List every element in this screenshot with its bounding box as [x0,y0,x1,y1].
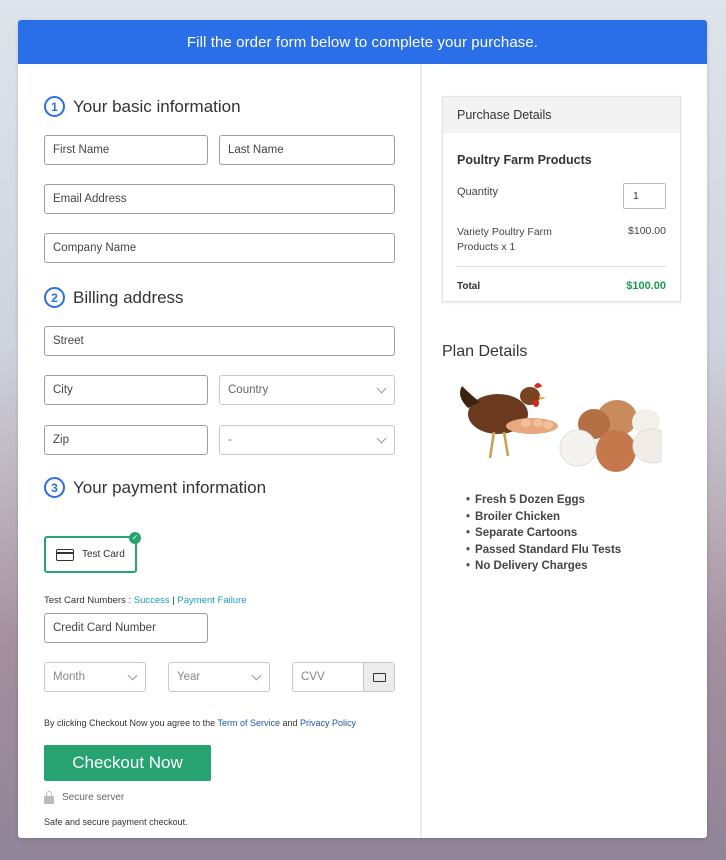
zip-field[interactable]: Zip [44,425,208,455]
payment-failure-link[interactable]: Payment Failure [177,595,246,606]
cvv-placeholder: CVV [301,671,325,683]
test-card-label: Test Card [82,549,125,560]
test-card-numbers: Test Card Numbers : Success | Payment Fa… [44,595,247,606]
list-item: No Delivery Charges [466,558,621,575]
product-name: Poultry Farm Products [457,153,592,167]
check-icon: ✓ [129,532,141,544]
section-title: Your basic information [73,96,241,116]
chevron-down-icon [127,670,138,681]
agreement-and: and [279,718,300,728]
year-select-value: Year [177,671,201,683]
secure-label: Secure server [62,792,125,803]
success-link[interactable]: Success [134,595,170,606]
section-payment: 3 Your payment information [44,477,266,498]
email-field[interactable]: Email Address [44,184,395,214]
step-number: 3 [44,477,65,498]
cvv-card-icon [363,663,394,691]
company-field[interactable]: Company Name [44,233,395,263]
agreement-prefix: By clicking Checkout Now you agree to th… [44,718,218,728]
quantity-label: Quantity [457,186,498,198]
cvv-field[interactable]: CVV [292,662,395,692]
secure-note: Safe and secure payment checkout. [44,817,188,827]
divider [457,266,666,267]
last-name-field[interactable]: Last Name [219,135,395,165]
purchase-details-header: Purchase Details [443,97,680,133]
list-item: Separate Cartoons [466,525,621,542]
checkout-button[interactable]: Checkout Now [44,745,211,781]
chevron-down-icon [251,670,262,681]
step-number: 2 [44,287,65,308]
credit-card-icon [372,672,386,682]
country-select-value: Country [228,384,269,396]
test-numbers-prefix: Test Card Numbers : [44,595,134,606]
agreement-text: By clicking Checkout Now you agree to th… [44,718,356,728]
lock-icon [44,790,54,804]
city-field[interactable]: City [44,375,208,405]
chevron-down-icon [376,383,387,394]
purchase-details-box: Purchase Details Poultry Farm Products Q… [442,96,681,302]
month-select[interactable]: Month [44,662,146,692]
total-label: Total [457,281,481,292]
item-price: $100.00 [628,225,666,237]
secure-server: Secure server [44,790,125,804]
first-name-field[interactable]: First Name [44,135,208,165]
list-item: Broiler Chicken [466,509,621,526]
year-select[interactable]: Year [168,662,270,692]
header-banner: Fill the order form below to complete yo… [18,20,707,64]
item-name: Variety Poultry Farm Products x 1 [457,226,552,253]
plan-details-title: Plan Details [442,343,528,360]
month-select-value: Month [53,671,85,683]
section-basic-info: 1 Your basic information [44,96,241,117]
plan-features-list: Fresh 5 Dozen Eggs Broiler Chicken Separ… [466,492,621,575]
poultry-image [460,383,662,472]
total-value: $100.00 [626,280,666,292]
country-select[interactable]: Country [219,375,395,405]
quantity-input[interactable]: 1 [623,183,666,209]
section-title: Billing address [73,287,184,307]
section-billing: 2 Billing address [44,287,184,308]
list-item: Fresh 5 Dozen Eggs [466,492,621,509]
terms-link[interactable]: Term of Service [217,718,280,728]
state-select-value: - [228,434,232,446]
test-card-option[interactable]: Test Card ✓ [44,532,141,573]
chevron-down-icon [376,433,387,444]
column-divider [420,64,422,838]
state-select[interactable]: - [219,425,395,455]
credit-card-icon [56,548,74,561]
order-form-card: Fill the order form below to complete yo… [18,20,707,838]
street-field[interactable]: Street [44,326,395,356]
list-item: Passed Standard Flu Tests [466,542,621,559]
credit-card-field[interactable]: Credit Card Number [44,613,208,643]
section-title: Your payment information [73,477,267,497]
privacy-link[interactable]: Privacy Policy [300,718,356,728]
step-number: 1 [44,96,65,117]
